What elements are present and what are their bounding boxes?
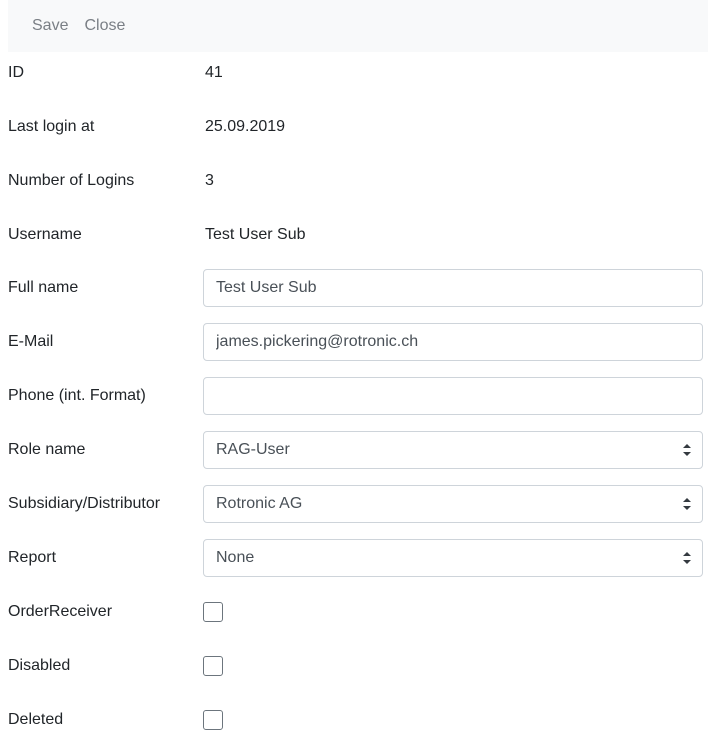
report-select[interactable]: None [203,539,703,577]
sort-caret-icon [683,498,691,510]
id-label: ID [8,64,24,81]
row-email: E-Mail [0,323,708,377]
sort-caret-icon [683,552,691,564]
row-username: Username Test User Sub [0,216,708,270]
report-label: Report [8,549,57,566]
row-subsidiary: Subsidiary/Distributor Rotronic AG [0,485,708,539]
disabled-label: Disabled [8,657,71,674]
number-of-logins-value: 3 [205,172,214,189]
row-deleted: Deleted [0,701,708,755]
close-button[interactable]: Close [84,17,125,35]
toolbar: Save Close [8,0,708,52]
subsidiary-label: Subsidiary/Distributor [8,495,161,512]
order-receiver-label: OrderReceiver [8,603,113,620]
phone-input[interactable] [203,377,703,415]
save-button[interactable]: Save [32,17,68,35]
order-receiver-checkbox[interactable] [203,602,223,622]
row-report: Report None [0,539,708,593]
row-role-name: Role name RAG-User [0,431,708,485]
role-name-label: Role name [8,441,86,458]
disabled-checkbox[interactable] [203,656,223,676]
full-name-label: Full name [8,279,79,296]
row-last-login: Last login at 25.09.2019 [0,108,708,162]
row-number-of-logins: Number of Logins 3 [0,162,708,216]
username-label: Username [8,226,82,243]
number-of-logins-label: Number of Logins [8,172,135,189]
sort-caret-icon [683,444,691,456]
row-order-receiver: OrderReceiver [0,593,708,647]
last-login-label: Last login at [8,118,95,135]
row-disabled: Disabled [0,647,708,701]
row-id: ID 41 [0,54,708,108]
email-label: E-Mail [8,333,54,350]
role-name-selected-value: RAG-User [216,441,290,458]
report-selected-value: None [216,549,255,566]
email-input[interactable] [203,323,703,361]
deleted-checkbox[interactable] [203,710,223,730]
role-name-select[interactable]: RAG-User [203,431,703,469]
last-login-value: 25.09.2019 [205,118,286,135]
row-phone: Phone (int. Format) [0,377,708,431]
username-value: Test User Sub [205,226,306,243]
full-name-input[interactable] [203,269,703,307]
id-value: 41 [205,64,223,81]
deleted-label: Deleted [8,711,64,728]
subsidiary-select[interactable]: Rotronic AG [203,485,703,523]
phone-label: Phone (int. Format) [8,387,146,404]
subsidiary-selected-value: Rotronic AG [216,495,303,512]
row-full-name: Full name [0,269,708,323]
